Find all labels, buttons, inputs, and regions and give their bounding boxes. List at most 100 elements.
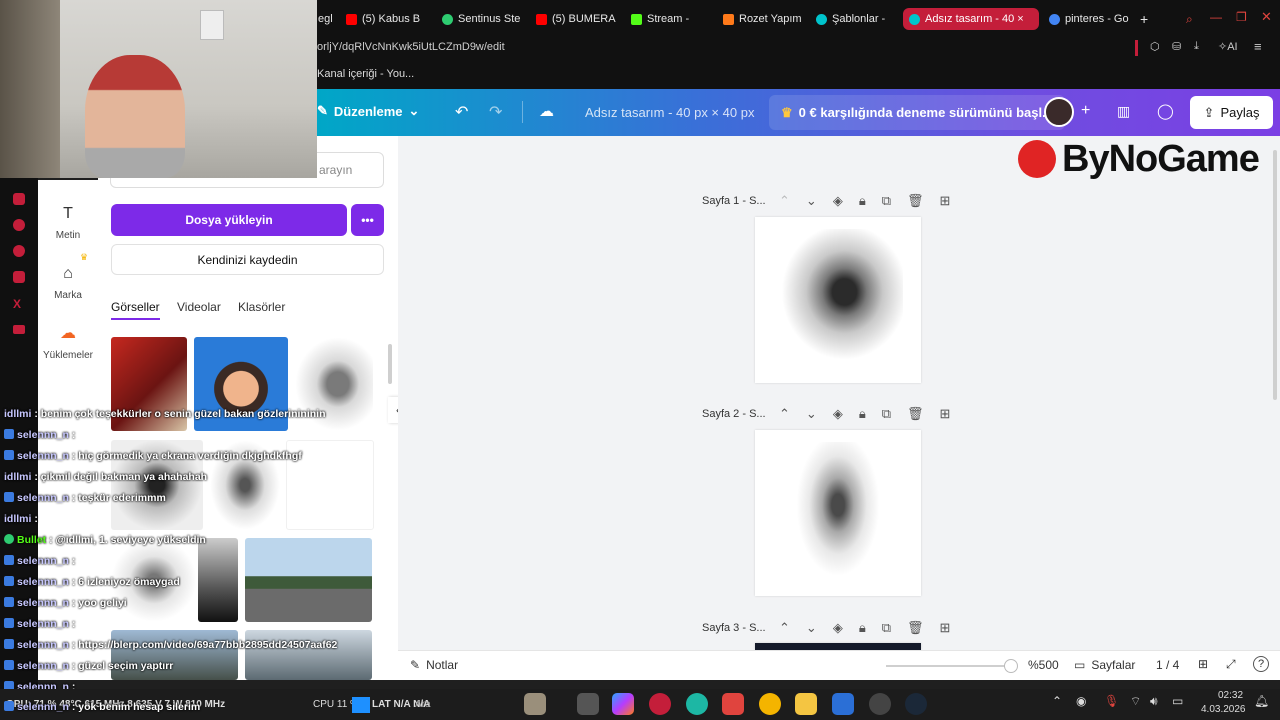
chevron-up-icon[interactable]: ⌃ (779, 193, 790, 209)
add-page-icon[interactable]: ⊞ (940, 406, 951, 422)
sidebar-item-uploads[interactable]: ☁ Yüklemeler (38, 324, 98, 361)
edit-menu-button[interactable]: ✎ Düzenleme ⌄ (317, 103, 419, 119)
wifi-icon[interactable]: ⌔ (1130, 694, 1141, 709)
undo-icon[interactable]: ↶ (455, 102, 468, 122)
trash-icon[interactable]: 🗑︎ (907, 620, 924, 636)
panel-scrollbar[interactable] (388, 344, 392, 384)
sidebar-item-brand[interactable]: ⌂ Marka (38, 264, 98, 301)
notes-button[interactable]: ✎ Notlar (410, 658, 458, 672)
browser-tab[interactable]: pinteres - Go (1043, 8, 1131, 30)
tab-images[interactable]: Görseller (111, 300, 160, 320)
steam-icon[interactable] (905, 693, 927, 715)
zoom-slider-handle[interactable] (1004, 659, 1018, 673)
tab-folders[interactable]: Klasörler (238, 300, 285, 314)
microphone-icon[interactable]: 🎙︎ (1104, 694, 1119, 708)
windows-start-icon[interactable] (352, 697, 370, 713)
extensions-icon[interactable]: ⬡ (1150, 40, 1160, 53)
zoom-level[interactable]: %500 (1028, 658, 1059, 672)
lock-icon[interactable]: 🔒︎ (859, 193, 866, 209)
hide-icon[interactable]: ◈ (833, 620, 843, 636)
browser-tab[interactable]: Şablonlar - (810, 8, 898, 30)
chevron-down-icon[interactable]: ⌄ (806, 193, 817, 209)
cloud-save-icon[interactable]: ☁ (539, 102, 554, 120)
whatsapp-icon[interactable] (13, 245, 25, 257)
share-button[interactable]: ⇪ Paylaş (1190, 96, 1273, 129)
page-label[interactable]: Sayfa 1 - S... (702, 195, 766, 207)
add-page-icon[interactable]: ⊞ (940, 620, 951, 636)
browser-tab-active[interactable]: Adsız tasarım - 40 × (903, 8, 1039, 30)
help-button[interactable]: ? (1253, 656, 1269, 672)
clock-time[interactable]: 02:32 (1218, 690, 1243, 701)
trash-icon[interactable]: 🗑︎ (907, 406, 924, 422)
chevron-down-icon[interactable]: ⌄ (806, 406, 817, 422)
file-explorer-icon[interactable] (795, 693, 817, 715)
page-label[interactable]: Sayfa 3 - S... (702, 622, 766, 634)
image-thumbnail[interactable] (245, 630, 372, 680)
tray-chevron-up-icon[interactable]: ⌃ (1052, 694, 1062, 708)
messenger-icon[interactable] (13, 219, 25, 231)
lock-icon[interactable]: 🔒︎ (859, 406, 866, 422)
search-icon[interactable]: ⌕ (1186, 12, 1193, 27)
taskbar-search[interactable]: Ara (415, 699, 431, 710)
instagram-icon[interactable] (13, 271, 25, 283)
tab-videos[interactable]: Videolar (177, 300, 221, 314)
avatar[interactable] (1044, 97, 1074, 127)
tray-app-icon[interactable]: ◉ (1076, 694, 1086, 708)
zoom-slider[interactable] (886, 659, 1018, 673)
store-icon[interactable] (722, 693, 744, 715)
grid-view-icon[interactable]: ⊞ (1198, 657, 1208, 671)
sidebar-item-text[interactable]: T Metin (38, 204, 98, 241)
opera-icon[interactable] (649, 693, 671, 715)
hide-icon[interactable]: ◈ (833, 193, 843, 209)
trash-icon[interactable]: 🗑︎ (907, 193, 924, 209)
clock-date[interactable]: 4.03.2026 (1201, 704, 1246, 715)
trial-button[interactable]: ♛ 0 € karşılığında deneme sürümünü başl.… (769, 95, 1065, 130)
hide-icon[interactable]: ◈ (833, 406, 843, 422)
new-tab-button[interactable]: + (1134, 8, 1154, 30)
browser-tab[interactable]: (5) BUMERA (530, 8, 620, 30)
image-thumbnail[interactable] (245, 538, 372, 622)
minimize-icon[interactable]: — (1210, 10, 1222, 24)
redo-icon[interactable]: ↷ (489, 102, 502, 122)
image-thumbnail[interactable] (198, 538, 238, 622)
browser-tab[interactable]: Rozet Yapım (717, 8, 805, 30)
lock-icon[interactable]: 🔒︎ (859, 620, 866, 636)
page-3[interactable] (755, 643, 921, 650)
duplicate-icon[interactable]: ⧉ (882, 193, 891, 209)
edge-icon[interactable] (686, 693, 708, 715)
image-thumbnail[interactable] (111, 630, 238, 680)
task-view-icon[interactable] (577, 693, 599, 715)
more-options-button[interactable]: ••• (351, 204, 384, 236)
close-icon[interactable]: ✕ (1261, 9, 1272, 25)
bookmark-item[interactable]: Kanal içeriği - You... (317, 68, 414, 80)
pages-button[interactable]: ▭ Sayfalar (1074, 658, 1135, 672)
url-text[interactable]: orljY/dqRlVcNnKwk5iUtLCZmD9w/edit (317, 41, 505, 53)
download-icon[interactable]: ⤓ (1194, 40, 1199, 53)
canvas-scrollbar[interactable] (1273, 150, 1277, 400)
youtube-icon[interactable] (13, 325, 25, 334)
duplicate-icon[interactable]: ⧉ (882, 406, 891, 422)
browser-tab[interactable]: Stream - (625, 8, 713, 30)
upload-file-button[interactable]: Dosya yükleyin (111, 204, 347, 236)
add-page-icon[interactable]: ⊞ (940, 193, 951, 209)
browser-tab[interactable]: (5) Kabus B (340, 8, 430, 30)
battery-icon[interactable]: ▭ (1172, 694, 1183, 708)
widget-icon[interactable] (524, 693, 546, 715)
record-yourself-button[interactable]: Kendinizi kaydedin (111, 244, 384, 275)
page-2[interactable] (755, 430, 921, 596)
wallet-icon[interactable]: ⛁ (1172, 40, 1181, 53)
copilot-icon[interactable] (612, 693, 634, 715)
comment-icon[interactable]: ◯ (1157, 102, 1174, 120)
speaker-icon[interactable]: 🔊︎ (1150, 694, 1158, 709)
fullscreen-icon[interactable]: ⤢ (1226, 657, 1236, 672)
page-1[interactable] (755, 217, 921, 383)
chevron-up-icon[interactable]: ⌃ (779, 620, 790, 636)
browser-tab[interactable]: Sentinus Ste (436, 8, 526, 30)
app-icon[interactable] (832, 693, 854, 715)
add-collaborator-icon[interactable]: + (1081, 102, 1090, 120)
chevron-down-icon[interactable]: ⌄ (806, 620, 817, 636)
twitch-icon[interactable] (13, 193, 25, 205)
menu-icon[interactable]: ≡ (1254, 39, 1262, 54)
analytics-icon[interactable]: ▥ (1117, 103, 1130, 120)
document-title[interactable]: Adsız tasarım - 40 px × 40 px (585, 105, 754, 120)
